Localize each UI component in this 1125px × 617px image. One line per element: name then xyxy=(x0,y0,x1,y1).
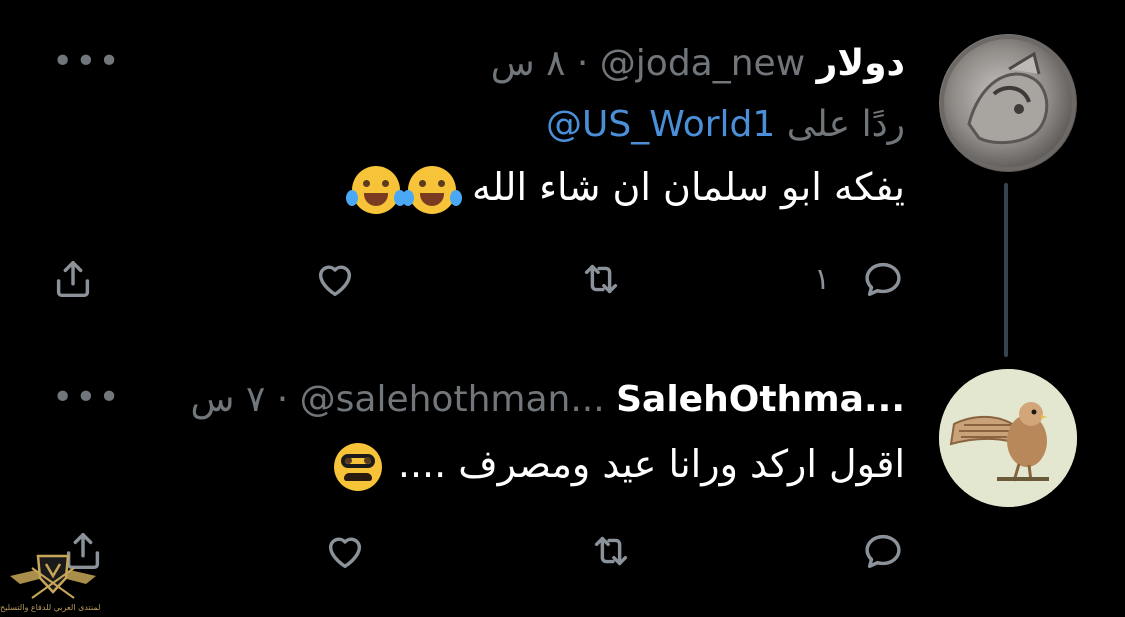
disguised-face-emoji xyxy=(333,442,382,491)
retweet-icon[interactable] xyxy=(586,526,636,576)
avatar[interactable] xyxy=(939,34,1077,172)
more-icon[interactable]: ••• xyxy=(52,40,122,84)
watermark-text: المنتدى العربي للدفاع والتسليح xyxy=(0,603,100,612)
reply-to-line: ردًا على @US_World1 xyxy=(546,103,905,147)
tweet-text: اقول اركد ورانا عيد ومصرف .... xyxy=(330,440,905,491)
reply-icon[interactable] xyxy=(858,254,908,304)
thread-connector-line xyxy=(1004,183,1008,357)
reply-to-handle-link[interactable]: @US_World1 xyxy=(546,104,775,145)
avatar[interactable] xyxy=(939,369,1077,507)
user-handle[interactable]: @salehothman... xyxy=(300,379,605,420)
tweet-time[interactable]: ٧ س xyxy=(191,379,266,420)
tweet-body: اقول اركد ورانا عيد ومصرف .... xyxy=(397,442,905,486)
display-name[interactable]: SalehOthma... xyxy=(616,379,905,420)
share-icon[interactable] xyxy=(48,254,98,304)
reply-icon[interactable] xyxy=(858,526,908,576)
reply-to-label: ردًا على xyxy=(786,104,905,145)
tweet-body: يفكه ابو سلمان ان شاء الله xyxy=(471,165,905,209)
more-icon[interactable]: ••• xyxy=(52,376,122,420)
user-handle[interactable]: @joda_new xyxy=(600,43,805,84)
heart-icon[interactable] xyxy=(320,526,370,576)
display-name[interactable]: دولار xyxy=(817,43,905,84)
tweet-header: ٧ س · @salehothman... SalehOthma... xyxy=(191,378,905,422)
separator-dot: · xyxy=(576,43,589,84)
tweet-thread: ٨ س · @joda_new دولار ••• ردًا على @US_W… xyxy=(0,0,1125,617)
heart-icon[interactable] xyxy=(310,254,360,304)
reply-count: ١ xyxy=(814,262,831,297)
tears-of-joy-emoji xyxy=(401,165,462,214)
coin-avatar-image xyxy=(940,35,1076,171)
tears-of-joy-emoji xyxy=(345,165,406,214)
tweet-time[interactable]: ٨ س xyxy=(491,43,566,84)
bird-avatar-image xyxy=(939,369,1077,507)
separator-dot: · xyxy=(276,379,289,420)
tweet-text: يفكه ابو سلمان ان شاء الله xyxy=(345,163,905,214)
retweet-icon[interactable] xyxy=(576,254,626,304)
tweet-header: ٨ س · @joda_new دولار xyxy=(491,42,905,86)
